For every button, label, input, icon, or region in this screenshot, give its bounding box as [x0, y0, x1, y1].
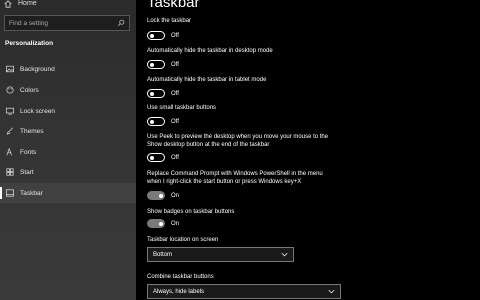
- small-buttons-toggle-row: Off: [147, 117, 179, 126]
- autohide-tablet-toggle[interactable]: [147, 89, 165, 98]
- setting-label-line: Replace Command Prompt with Windows Powe…: [147, 171, 323, 177]
- search-placeholder: Find a setting: [9, 19, 49, 27]
- toggle-state: Off: [171, 61, 179, 68]
- sidebar-item-label: Lock screen: [20, 107, 56, 115]
- sidebar-item-taskbar[interactable]: Taskbar: [0, 183, 136, 203]
- sidebar-item-label: Colors: [20, 86, 39, 94]
- home-icon: [4, 0, 12, 8]
- taskbar-settings-pane: Taskbar Lock the taskbar Off Automatical…: [136, 0, 480, 300]
- setting-label-peek: Use Peek to preview the desktop when you…: [147, 133, 387, 149]
- setting-label-small-buttons: Use small taskbar buttons: [147, 105, 217, 111]
- setting-label-location: Taskbar location on screen: [147, 237, 219, 243]
- font-icon: [6, 148, 12, 156]
- dropdown-value: Bottom: [153, 251, 173, 258]
- combine-buttons-dropdown[interactable]: Always, hide labels: [147, 284, 341, 299]
- toggle-state: Off: [171, 118, 179, 125]
- setting-label-powershell: Replace Command Prompt with Windows Powe…: [147, 170, 387, 186]
- setting-label-line: when I right-click the start button or p…: [147, 179, 302, 185]
- badges-toggle[interactable]: [147, 219, 165, 228]
- sidebar-item-label: Background: [20, 65, 55, 73]
- autohide-desktop-toggle[interactable]: [147, 60, 165, 69]
- home-label: Home: [18, 0, 37, 7]
- palette-icon: [6, 86, 14, 94]
- badges-toggle-row: On: [147, 219, 179, 228]
- dropdown-value: Always, hide labels: [153, 288, 205, 295]
- setting-label-line: Use Peek to preview the desktop when you…: [147, 134, 329, 140]
- sidebar-item-lock-screen[interactable]: Lock screen: [0, 101, 136, 121]
- section-title: Personalization: [5, 40, 54, 47]
- toggle-state: Off: [171, 90, 179, 97]
- home-link[interactable]: Home: [4, 0, 37, 9]
- toggle-state: On: [171, 220, 180, 227]
- page-title: Taskbar: [147, 0, 200, 11]
- taskbar-icon: [6, 189, 14, 197]
- setting-label-line: Show desktop button at the end of the ta…: [147, 142, 270, 148]
- powershell-toggle[interactable]: [147, 191, 165, 200]
- setting-label-badges: Show badges on taskbar buttons: [147, 209, 235, 215]
- taskbar-location-dropdown[interactable]: Bottom: [147, 247, 294, 262]
- search-input[interactable]: Find a setting: [4, 15, 130, 31]
- picture-icon: [6, 65, 14, 73]
- lock-taskbar-toggle-row: Off: [147, 31, 179, 40]
- lock-screen-icon: [6, 107, 14, 115]
- lock-taskbar-toggle[interactable]: [147, 31, 165, 40]
- autohide-desktop-toggle-row: Off: [147, 60, 179, 69]
- toggle-state: On: [171, 192, 180, 199]
- small-buttons-toggle[interactable]: [147, 117, 165, 126]
- autohide-tablet-toggle-row: Off: [147, 89, 179, 98]
- sidebar-item-fonts[interactable]: Fonts: [0, 142, 136, 162]
- search-icon: [117, 19, 125, 27]
- sidebar-item-start[interactable]: Start: [0, 162, 136, 182]
- sidebar-item-background[interactable]: Background: [0, 59, 136, 79]
- sidebar-item-themes[interactable]: Themes: [0, 121, 136, 141]
- sidebar-item-label: Fonts: [20, 148, 37, 156]
- setting-label-combine: Combine taskbar buttons: [147, 274, 214, 280]
- powershell-toggle-row: On: [147, 191, 179, 200]
- setting-label-autohide-tablet: Automatically hide the taskbar in tablet…: [147, 77, 267, 83]
- brush-icon: [6, 127, 14, 135]
- settings-sidebar: Home Find a setting Personalization Back…: [0, 0, 136, 300]
- peek-toggle[interactable]: [147, 153, 165, 162]
- setting-label-autohide-desktop: Automatically hide the taskbar in deskto…: [147, 48, 273, 54]
- toggle-state: Off: [171, 154, 179, 161]
- sidebar-item-label: Themes: [20, 127, 44, 135]
- chevron-down-icon: [328, 289, 335, 294]
- sidebar-item-label: Taskbar: [20, 189, 43, 197]
- setting-label-lock-taskbar: Lock the taskbar: [147, 18, 192, 24]
- toggle-state: Off: [171, 32, 179, 39]
- chevron-down-icon: [281, 252, 288, 257]
- start-icon: [6, 168, 14, 176]
- sidebar-item-colors[interactable]: Colors: [0, 80, 136, 100]
- peek-toggle-row: Off: [147, 153, 179, 162]
- sidebar-item-label: Start: [20, 168, 34, 176]
